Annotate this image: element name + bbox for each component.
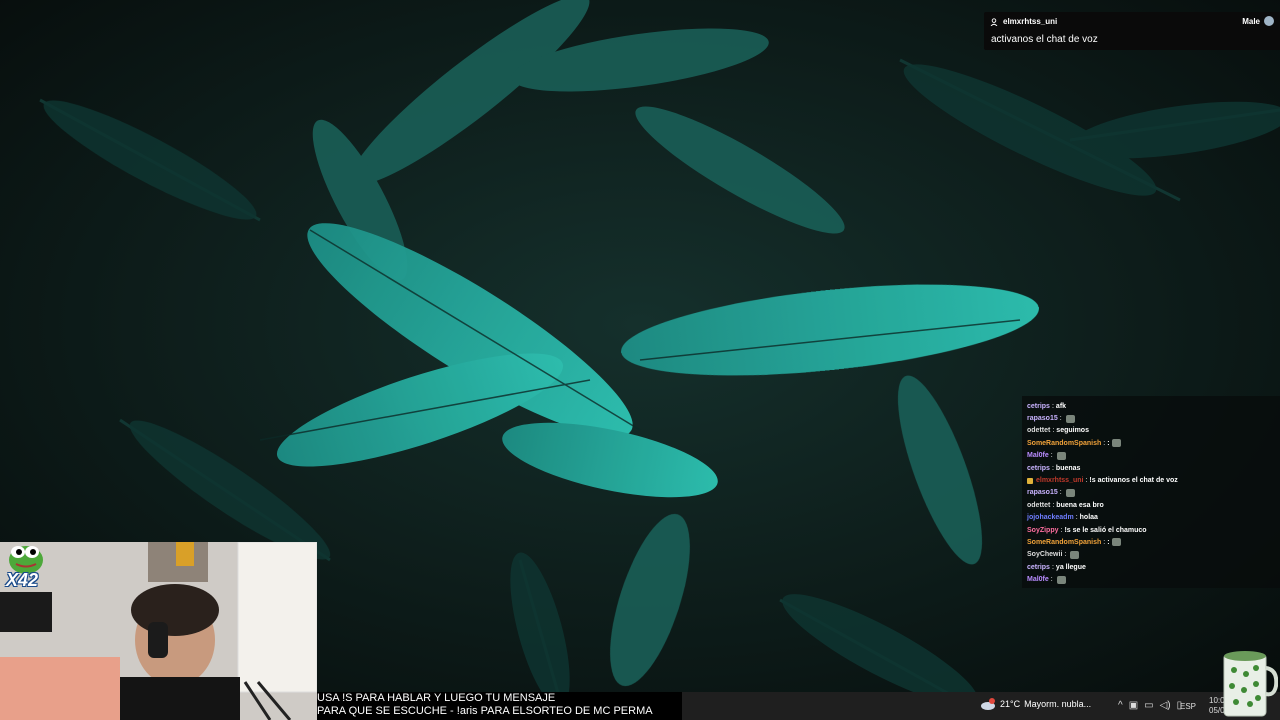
- chat-username: Mal0fe: [1027, 576, 1049, 584]
- chat-emote-icon: [1065, 488, 1075, 497]
- moderator-badge-icon: [1027, 477, 1033, 484]
- user-icon: [990, 17, 998, 26]
- chat-emote-icon: [1111, 538, 1121, 547]
- tts-message: activanos el chat de voz: [991, 34, 1098, 45]
- chat-emote-icon: [1070, 550, 1080, 559]
- chat-message: SomeRandomSpanish::: [1022, 437, 1280, 449]
- chat-message: rapaso15:: [1022, 412, 1280, 424]
- chat-separator: :: [1060, 526, 1063, 534]
- system-tray: ^ ▣ ▭ ◁) ▯: [1118, 700, 1182, 712]
- chat-username: cetrips: [1027, 563, 1050, 571]
- tts-voice-label: Male: [1242, 16, 1260, 26]
- chat-emote-icon: [1056, 451, 1066, 460]
- chat-username: rapaso15: [1027, 489, 1058, 497]
- chat-text: afk: [1055, 402, 1067, 410]
- chat-username: SoyChewii: [1027, 551, 1063, 559]
- chat-username: odettet: [1027, 501, 1051, 509]
- chat-separator: :: [1075, 514, 1078, 522]
- chat-text: :: [1107, 538, 1110, 546]
- chat-text: !s activanos el chat de voz: [1089, 477, 1178, 485]
- chat-username: rapaso15: [1027, 415, 1058, 423]
- weather-temp: 21°C: [1000, 699, 1021, 709]
- chat-emote-icon: [1065, 414, 1075, 423]
- instruction-line-1: USA !S PARA HABLAR Y LUEGO TU MENSAJE: [317, 692, 556, 704]
- chat-username: cetrips: [1027, 402, 1050, 410]
- chat-separator: :: [1051, 402, 1054, 410]
- chat-message: cetrips: ya llegue: [1022, 561, 1280, 573]
- chat-emote-icon: [1056, 575, 1066, 584]
- chat-text: ya llegue: [1055, 563, 1086, 571]
- chat-message: cetrips: buenas: [1022, 462, 1280, 474]
- chat-message: rapaso15:: [1022, 487, 1280, 499]
- chat-username: Mal0fe: [1027, 452, 1049, 460]
- tts-user: elmxrhtss_uni: [990, 17, 1057, 26]
- chat-text: :: [1107, 439, 1110, 447]
- chat-text: seguimos: [1056, 427, 1089, 435]
- chat-separator: :: [1051, 563, 1054, 571]
- chat-message: SoyZippy: !s se le salió el chamuco: [1022, 524, 1280, 536]
- chat-text: !s se le salió el chamuco: [1064, 526, 1147, 534]
- chat-text: buena esa bro: [1056, 501, 1104, 509]
- weather-desc: Mayorm. nubla...: [1024, 699, 1092, 709]
- tts-username: elmxrhtss_uni: [1003, 17, 1058, 26]
- chat-username: odettet: [1027, 427, 1051, 435]
- tts-notification: elmxrhtss_uni Male activanos el chat de …: [984, 12, 1280, 50]
- chat-message: odettet: buena esa bro: [1022, 499, 1280, 511]
- chat-message: Mal0fe:: [1022, 450, 1280, 462]
- chat-separator: :: [1064, 551, 1067, 559]
- chat-message: jojohackeadm: holaa: [1022, 512, 1280, 524]
- instruction-line-2: PARA QUE SE ESCUCHE - !aris PARA ELSORTE…: [317, 705, 653, 717]
- chat-message: SomeRandomSpanish::: [1022, 536, 1280, 548]
- app-tray-icon[interactable]: ▣: [1129, 700, 1138, 712]
- chat-message: odettet: seguimos: [1022, 425, 1280, 437]
- voice-avatar-icon: [1264, 16, 1274, 26]
- tts-instructions: USA !S PARA HABLAR Y LUEGO TU MENSAJE PA…: [317, 692, 682, 720]
- chat-username: SomeRandomSpanish: [1027, 439, 1102, 447]
- chat-username: cetrips: [1027, 464, 1050, 472]
- tts-voice: Male: [1242, 16, 1274, 26]
- chat-separator: :: [1103, 538, 1106, 546]
- chat-separator: :: [1052, 501, 1055, 509]
- chat-separator: :: [1103, 439, 1106, 447]
- chat-message: cetrips: afk: [1022, 400, 1280, 412]
- emote-counter: X42: [6, 570, 39, 590]
- chat-username: SoyZippy: [1027, 526, 1059, 534]
- speaker-icon[interactable]: ◁): [1160, 700, 1171, 712]
- chat-username: jojohackeadm: [1027, 514, 1074, 522]
- chat-username: SomeRandomSpanish: [1027, 538, 1102, 546]
- language-indicator[interactable]: ESP: [1180, 702, 1196, 711]
- chat-emote-icon: [1111, 439, 1121, 448]
- chat-separator: :: [1050, 576, 1053, 584]
- network-icon[interactable]: ▭: [1144, 700, 1153, 712]
- chat-message: SoyChewii:: [1022, 549, 1280, 561]
- chat-separator: :: [1050, 452, 1053, 460]
- chat-message: elmxrhtss_uni: !s activanos el chat de vo…: [1022, 474, 1280, 486]
- chat-overlay: cetrips: afk rapaso15: odettet: seguimos Some…: [1022, 396, 1280, 588]
- chat-username: elmxrhtss_uni: [1036, 477, 1084, 485]
- weather-cloud-icon: [981, 698, 995, 710]
- chat-separator: :: [1085, 477, 1088, 485]
- weather-widget[interactable]: 21°C Mayorm. nubla...: [980, 698, 1091, 710]
- chat-text: buenas: [1055, 464, 1081, 472]
- windows-taskbar: 21°C Mayorm. nubla... ^ ▣ ▭ ◁) ▯ ESP 10:…: [682, 692, 1280, 720]
- mug-emote-icon: [1223, 651, 1278, 717]
- chat-separator: :: [1051, 464, 1054, 472]
- chat-separator: :: [1059, 415, 1062, 423]
- chat-separator: :: [1052, 427, 1055, 435]
- chat-separator: :: [1059, 489, 1062, 497]
- chevron-up-icon[interactable]: ^: [1118, 700, 1123, 712]
- chat-text: holaa: [1079, 514, 1098, 522]
- chat-message: Mal0fe:: [1022, 573, 1280, 585]
